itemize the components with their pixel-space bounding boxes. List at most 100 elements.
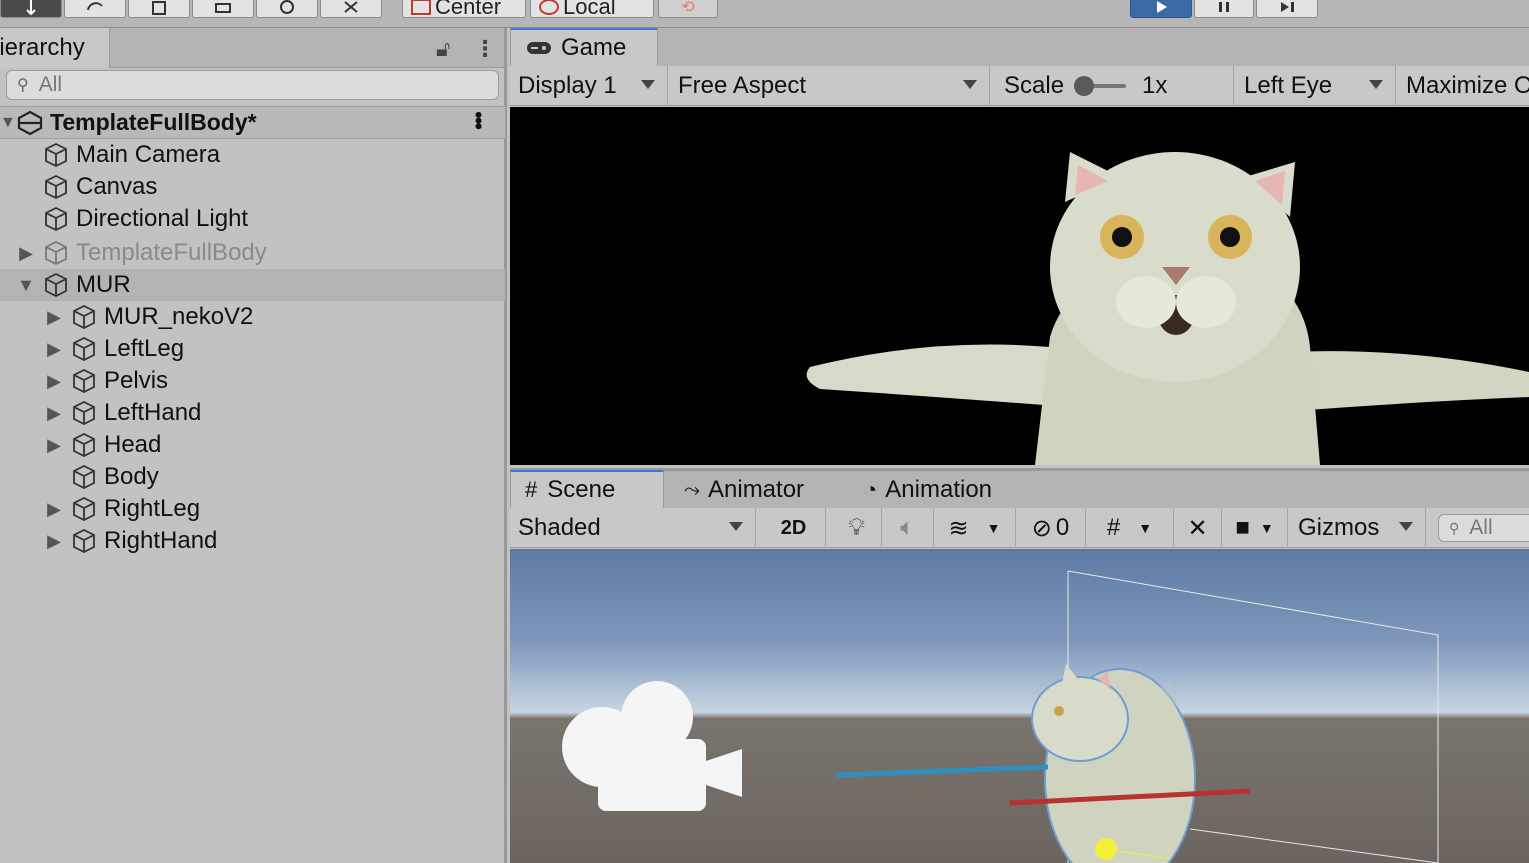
collapsed-arrow-icon[interactable]: ▶ <box>44 339 64 360</box>
aspect-dropdown[interactable]: Free Aspect <box>670 66 990 106</box>
animator-tab-label: Animator <box>708 476 805 503</box>
space-toggle[interactable]: Local <box>530 0 654 19</box>
collapsed-arrow-icon[interactable]: ▶ <box>44 435 64 456</box>
scene-tab-label: Scene <box>547 476 616 503</box>
collapsed-arrow-icon[interactable]: ▶ <box>44 371 64 392</box>
space-label: Local <box>563 0 616 19</box>
hierarchy-row[interactable]: ▶ MUR_nekoV2 <box>0 301 505 333</box>
rotate-tool-button[interactable] <box>64 0 126 18</box>
search-icon: ⚲ <box>1449 519 1460 536</box>
pause-icon <box>1219 2 1229 12</box>
snap-button[interactable]: ⟲ <box>658 0 718 18</box>
hierarchy-row[interactable]: ▼ MUR <box>0 269 505 301</box>
hierarchy-row[interactable]: ▶ RightLeg <box>0 493 505 525</box>
maximize-toggle[interactable]: Maximize On Play <box>1398 66 1529 106</box>
scale-label: Scale <box>1004 72 1065 99</box>
gameobject-cube-icon <box>70 367 98 395</box>
pivot-toggle[interactable]: Center <box>402 0 526 19</box>
transform-tool-icon <box>280 0 294 14</box>
expanded-arrow-icon[interactable]: ▼ <box>16 275 36 296</box>
scene-search-placeholder: All <box>1469 516 1493 539</box>
animation-tab-label: Animation <box>885 476 993 503</box>
tab-animation[interactable]: ◔ Animation <box>850 471 1006 509</box>
audio-toggle[interactable]: 🔈︎ <box>882 508 934 548</box>
hierarchy-row[interactable]: ▶ LeftHand <box>0 397 505 429</box>
collapsed-arrow-icon[interactable]: ▶ <box>44 403 64 424</box>
scene-visibility-toggle[interactable]: ⊘ 0 <box>1016 508 1086 548</box>
2d-label: 2D <box>780 516 807 539</box>
scale-tool-button[interactable] <box>128 0 190 18</box>
pause-button[interactable] <box>1194 0 1254 18</box>
snap-icon: ⟲ <box>681 0 695 16</box>
gameobject-cube-icon <box>70 527 98 555</box>
transform-tool-button[interactable] <box>256 0 318 18</box>
gizmos-dropdown[interactable]: Gizmos <box>1290 508 1426 548</box>
camera-dropdown[interactable]: ■ ▼ <box>1222 508 1288 548</box>
gameobject-cube-icon <box>70 303 98 331</box>
scene-viewport[interactable] <box>510 549 1529 863</box>
scene-root-row[interactable]: ▼ TemplateFullBody* ••• <box>0 106 505 139</box>
local-icon <box>539 0 559 15</box>
tab-hierarchy[interactable]: Hierarchy <box>0 28 110 68</box>
hierarchy-row[interactable]: Directional Light <box>0 203 505 235</box>
eye-label: Left Eye <box>1244 72 1333 99</box>
hierarchy-row[interactable]: ▶ LeftLeg <box>0 333 505 365</box>
custom-tool-button[interactable] <box>320 0 382 18</box>
play-button[interactable] <box>1130 0 1192 18</box>
collapsed-arrow-icon[interactable]: ▶ <box>16 243 36 264</box>
lock-icon[interactable]: 🔓︎ <box>436 36 450 62</box>
game-viewport[interactable] <box>510 107 1529 465</box>
scale-slider-knob[interactable] <box>1074 76 1095 96</box>
rect-tool-button[interactable] <box>192 0 254 18</box>
hierarchy-tab-label: Hierarchy <box>0 34 85 61</box>
camera-icon: ■ <box>1235 514 1250 541</box>
hierarchy-row[interactable]: Main Camera <box>0 139 505 171</box>
hierarchy-row-label: LeftLeg <box>104 335 185 362</box>
game-controls: Display 1 Free Aspect Scale 1x Left Eye … <box>510 66 1529 106</box>
eye-dropdown[interactable]: Left Eye <box>1236 66 1396 106</box>
grid-dropdown[interactable]: # ▼ <box>1086 508 1174 548</box>
hierarchy-search-input[interactable]: ⚲ All <box>6 70 499 100</box>
hierarchy-row[interactable]: ▶ Head <box>0 429 505 461</box>
move-tool-button[interactable] <box>0 0 62 18</box>
camera-gizmo-icon[interactable] <box>562 681 742 811</box>
tab-game[interactable]: Game <box>510 28 658 66</box>
aspect-label: Free Aspect <box>678 72 807 99</box>
hierarchy-row-label: Canvas <box>76 173 158 200</box>
display-dropdown[interactable]: Display 1 <box>510 66 668 106</box>
collapsed-arrow-icon[interactable]: ▶ <box>44 499 64 520</box>
gameobject-cube-icon <box>42 239 70 267</box>
hierarchy-row-label: Body <box>104 463 159 490</box>
lightbulb-icon: 💡︎ <box>848 514 865 541</box>
hierarchy-row[interactable]: Body <box>0 461 505 493</box>
collapsed-arrow-icon[interactable]: ▶ <box>44 531 64 552</box>
step-button[interactable] <box>1256 0 1318 18</box>
hierarchy-row[interactable]: ▶ RightHand <box>0 525 505 557</box>
gameobject-cube-icon <box>70 335 98 363</box>
scene-search-input[interactable]: ⚲ All <box>1438 514 1529 542</box>
kebab-menu-icon[interactable]: ⋮ <box>474 36 496 62</box>
2d-toggle[interactable]: 2D <box>762 508 826 548</box>
game-panel: Game Display 1 Free Aspect Scale 1x Left… <box>510 28 1529 468</box>
tools-toggle[interactable]: ✕ <box>1174 508 1222 548</box>
hierarchy-row-label: RightHand <box>104 527 218 554</box>
scale-control: Scale 1x <box>996 66 1234 106</box>
collapse-arrow-icon[interactable]: ▼ <box>0 114 16 132</box>
rect-tool-icon <box>215 3 231 13</box>
tab-scene[interactable]: # Scene <box>510 470 664 508</box>
hierarchy-row[interactable]: Canvas <box>0 171 505 203</box>
hierarchy-row[interactable]: ▶ Pelvis <box>0 365 505 397</box>
shading-dropdown[interactable]: Shaded <box>510 508 756 548</box>
gameobject-cube-icon <box>70 399 98 427</box>
scene-tab-bar: # Scene ⤳ Animator ◔ Animation <box>510 468 1529 508</box>
lighting-toggle[interactable]: 💡︎ <box>832 508 882 548</box>
scene-menu-icon[interactable]: ••• <box>466 111 491 128</box>
tab-animator[interactable]: ⤳ Animator <box>670 471 818 509</box>
collapsed-arrow-icon[interactable]: ▶ <box>44 307 64 328</box>
hierarchy-row-label: LeftHand <box>104 399 202 426</box>
hierarchy-row[interactable]: ▶ TemplateFullBody <box>0 237 505 269</box>
effects-dropdown[interactable]: ≋ ▼ <box>934 508 1016 548</box>
grid-hash-icon: # <box>525 477 538 502</box>
chevron-down-icon: ▼ <box>986 520 1001 536</box>
scale-slider[interactable] <box>1074 76 1127 96</box>
